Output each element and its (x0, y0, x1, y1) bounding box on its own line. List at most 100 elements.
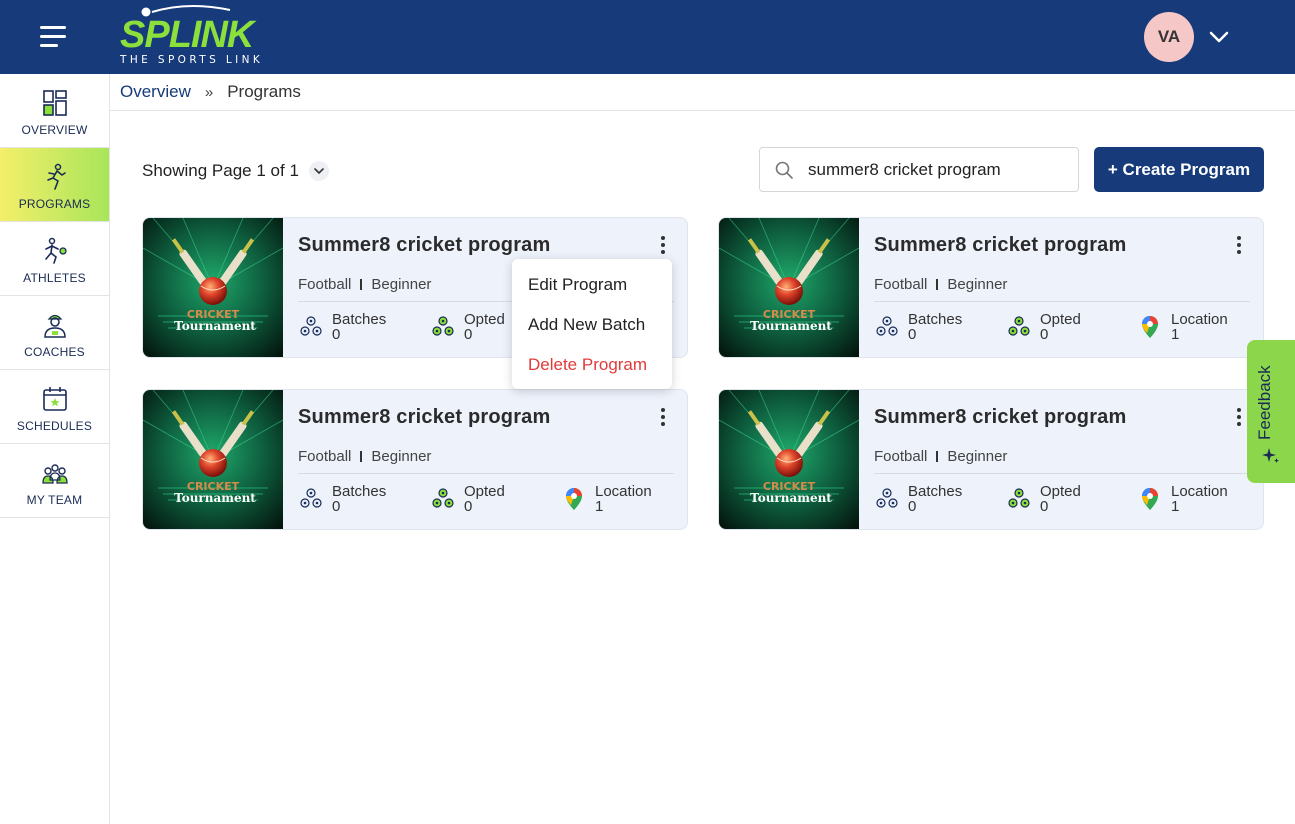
page-dropdown-button[interactable] (308, 161, 329, 181)
thumbnail-subtitle: Tournament (174, 319, 256, 333)
opted-label: Opted (464, 311, 505, 328)
sidebar-item-label: ATHLETES (23, 271, 86, 285)
thumbnail-subtitle: Tournament (750, 319, 832, 333)
opted-icon (1008, 488, 1030, 508)
sidebar-item-my-team[interactable]: MY TEAM (0, 444, 109, 518)
map-pin-icon (1142, 488, 1158, 510)
program-title[interactable]: Summer8 cricket program (874, 406, 1126, 429)
batches-stat: Batches 0 (298, 484, 386, 514)
program-meta: Football Beginner (874, 448, 1007, 465)
top-bar: SPLINK THE SPORTS LINK VA (0, 0, 1295, 74)
sidebar-item-programs[interactable]: PROGRAMS (0, 148, 109, 222)
program-card[interactable]: CRICKET Tournament Summer8 cricket progr… (142, 389, 688, 530)
delete-program-menu-item[interactable]: Delete Program (512, 345, 672, 385)
batches-count: 0 (332, 326, 341, 343)
breadcrumb-separator-icon: » (204, 83, 214, 101)
opted-count: 0 (1040, 498, 1049, 515)
cricket-tournament-thumbnail: CRICKET Tournament (143, 390, 283, 529)
card-divider (298, 473, 674, 474)
location-label: Location (1171, 483, 1228, 500)
breadcrumb-current: Programs (227, 82, 301, 101)
meta-divider (360, 451, 363, 462)
opted-label: Opted (1040, 483, 1081, 500)
more-options-icon[interactable] (655, 234, 671, 256)
location-stat: Location 1 (1137, 312, 1228, 342)
batches-stat: Batches 0 (874, 484, 962, 514)
program-title[interactable]: Summer8 cricket program (298, 406, 550, 429)
opted-stat: Opted 0 (430, 484, 505, 514)
create-program-button[interactable]: + Create Program (1094, 147, 1264, 192)
logo-text: SPLINK (120, 14, 254, 56)
meta-divider (936, 279, 939, 290)
card-divider (874, 301, 1250, 302)
opted-icon (432, 316, 454, 336)
thumbnail-subtitle: Tournament (174, 491, 256, 505)
batches-label: Batches (908, 311, 963, 328)
more-options-icon[interactable] (655, 406, 671, 428)
location-label: Location (1171, 311, 1228, 328)
runner-icon (46, 163, 66, 190)
hamburger-menu-icon[interactable] (40, 26, 68, 48)
program-level: Beginner (947, 448, 1008, 465)
batches-icon (300, 488, 322, 508)
program-title[interactable]: Summer8 cricket program (298, 234, 550, 257)
search-icon (775, 161, 793, 179)
opted-count: 0 (464, 326, 473, 343)
program-meta: Football Beginner (874, 276, 1007, 293)
overview-icon (42, 90, 67, 116)
feedback-tab[interactable]: Feedback (1247, 340, 1295, 483)
page-indicator: Showing Page 1 of 1 (142, 158, 329, 184)
batches-count: 0 (332, 498, 341, 515)
sidebar-item-schedules[interactable]: SCHEDULES (0, 370, 109, 444)
program-sport: Football (874, 276, 928, 293)
chevron-down-icon (314, 168, 324, 175)
program-card[interactable]: CRICKET Tournament Summer8 cricket progr… (718, 389, 1264, 530)
cricket-tournament-thumbnail: CRICKET Tournament (719, 218, 859, 357)
location-stat: Location 1 (1137, 484, 1228, 514)
batches-icon (300, 316, 322, 336)
batches-stat: Batches 0 (298, 312, 386, 342)
breadcrumb-overview-link[interactable]: Overview (120, 82, 191, 102)
cricket-tournament-thumbnail: CRICKET Tournament (719, 390, 859, 529)
program-sport: Football (298, 276, 352, 293)
program-meta: Football Beginner (298, 448, 431, 465)
thumbnail-subtitle: Tournament (750, 491, 832, 505)
add-new-batch-menu-item[interactable]: Add New Batch (512, 305, 672, 345)
location-count: 1 (595, 498, 604, 515)
sidebar-item-label: MY TEAM (26, 493, 83, 507)
opted-stat: Opted 0 (1006, 312, 1081, 342)
program-card[interactable]: CRICKET Tournament Summer8 cricket progr… (718, 217, 1264, 358)
chevron-down-icon[interactable] (1208, 26, 1230, 48)
user-avatar[interactable]: VA (1144, 12, 1194, 62)
sidebar-item-overview[interactable]: OVERVIEW (0, 74, 109, 148)
search-input[interactable] (808, 159, 1058, 180)
location-count: 1 (1171, 498, 1180, 515)
program-level: Beginner (371, 448, 432, 465)
opted-label: Opted (1040, 311, 1081, 328)
program-options-menu: Edit Program Add New Batch Delete Progra… (512, 259, 672, 389)
location-count: 1 (1171, 326, 1180, 343)
opted-label: Opted (464, 483, 505, 500)
batches-icon (876, 488, 898, 508)
batches-label: Batches (908, 483, 963, 500)
program-sport: Football (298, 448, 352, 465)
opted-icon (432, 488, 454, 508)
program-meta: Football Beginner (298, 276, 431, 293)
sidebar-item-athletes[interactable]: ATHLETES (0, 222, 109, 296)
sidebar-item-label: PROGRAMS (18, 197, 91, 211)
splink-logo[interactable]: SPLINK THE SPORTS LINK (118, 4, 278, 68)
batches-count: 0 (908, 326, 917, 343)
program-title[interactable]: Summer8 cricket program (874, 234, 1126, 257)
sidebar-item-coaches[interactable]: COACHES (0, 296, 109, 370)
batches-stat: Batches 0 (874, 312, 962, 342)
location-stat: Location 1 (561, 484, 652, 514)
opted-count: 0 (464, 498, 473, 515)
meta-divider (936, 451, 939, 462)
logo-tagline: THE SPORTS LINK (120, 54, 264, 66)
batches-icon (876, 316, 898, 336)
more-options-icon[interactable] (1231, 234, 1247, 256)
sparkle-icon (1262, 448, 1279, 463)
map-pin-icon (566, 488, 582, 510)
edit-program-menu-item[interactable]: Edit Program (512, 265, 672, 305)
more-options-icon[interactable] (1231, 406, 1247, 428)
